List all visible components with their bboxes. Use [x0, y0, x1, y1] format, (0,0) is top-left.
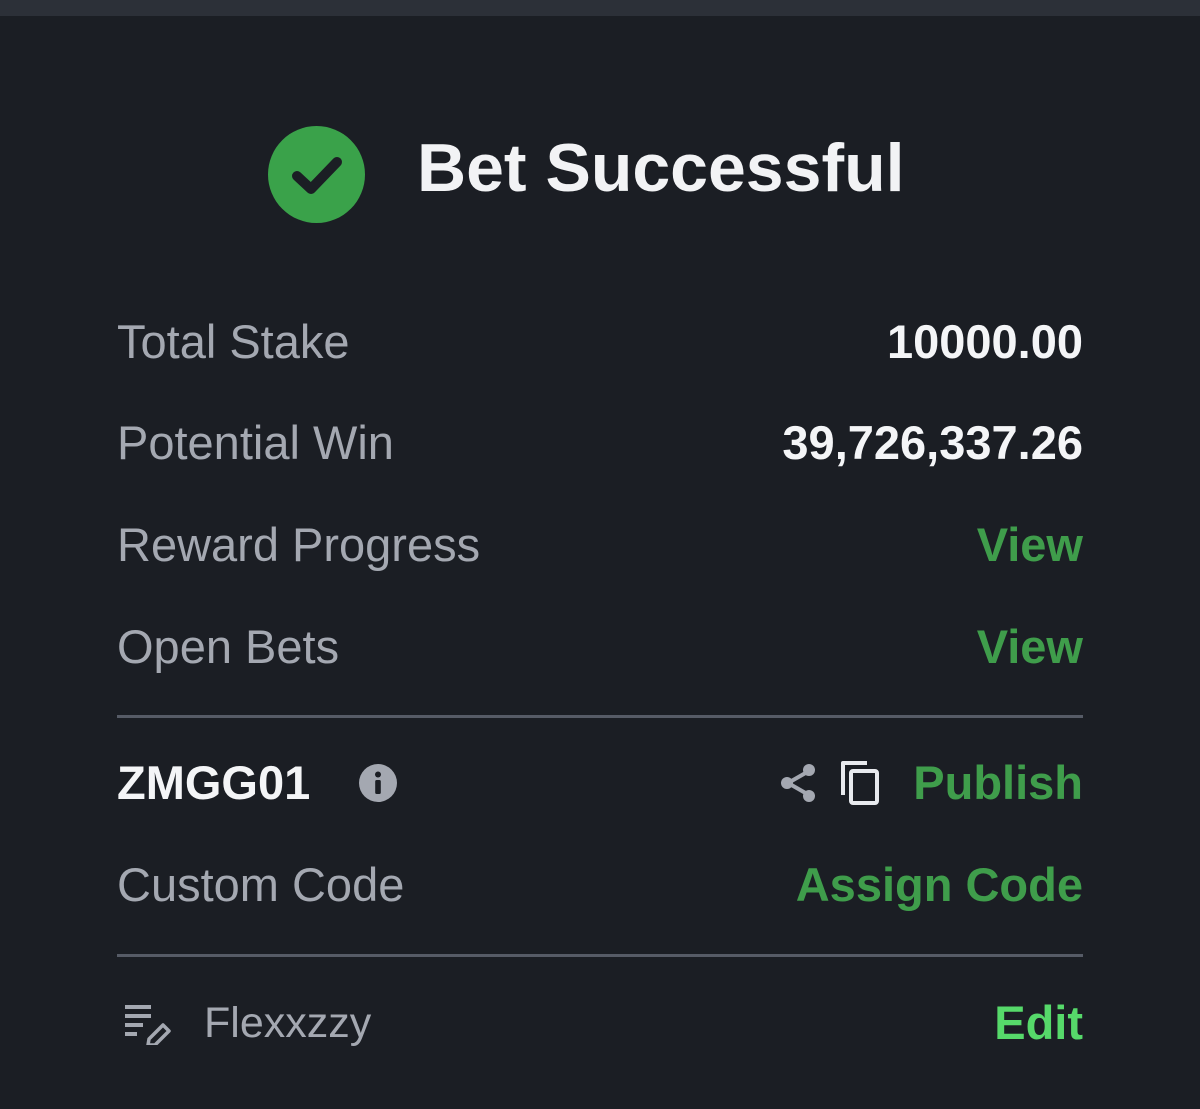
potential-win-label: Potential Win: [117, 416, 394, 469]
custom-code-label: Custom Code: [117, 858, 405, 911]
reward-progress-label: Reward Progress: [117, 518, 481, 571]
edit-button[interactable]: Edit: [994, 988, 1083, 1058]
open-bets-view-link[interactable]: View: [977, 612, 1083, 682]
publish-button[interactable]: Publish: [913, 748, 1083, 818]
open-bets-row: Open Bets View: [117, 612, 1083, 682]
top-strip: [0, 0, 1200, 16]
custom-code-row: Custom Code Assign Code: [117, 850, 1083, 920]
share-icon[interactable]: [777, 762, 819, 804]
list-edit-icon: [125, 1005, 171, 1045]
check-circle-icon: [268, 126, 365, 223]
reward-progress-row: Reward Progress View: [117, 510, 1083, 580]
reward-progress-view-link[interactable]: View: [977, 510, 1083, 580]
total-stake-label: Total Stake: [117, 315, 350, 368]
copy-icon[interactable]: [839, 759, 883, 807]
divider: [117, 715, 1083, 718]
total-stake-value: 10000.00: [886, 315, 1083, 368]
footer-row: Flexxzzy Edit: [117, 988, 1083, 1058]
booking-code: ZMGG01: [117, 756, 311, 809]
bet-success-header: Bet Successful: [0, 118, 1200, 228]
potential-win-value: 39,726,337.26: [782, 416, 1083, 469]
potential-win-row: Potential Win 39,726,337.26: [117, 408, 1083, 478]
booking-code-row: ZMGG01 Publish: [117, 748, 1083, 818]
divider: [117, 954, 1083, 957]
total-stake-row: Total Stake 10000.00: [117, 307, 1083, 377]
open-bets-label: Open Bets: [117, 620, 340, 673]
page-title: Bet Successful: [417, 130, 905, 206]
username: Flexxzzy: [204, 999, 372, 1047]
info-icon[interactable]: [359, 764, 397, 802]
assign-code-button[interactable]: Assign Code: [796, 850, 1083, 920]
